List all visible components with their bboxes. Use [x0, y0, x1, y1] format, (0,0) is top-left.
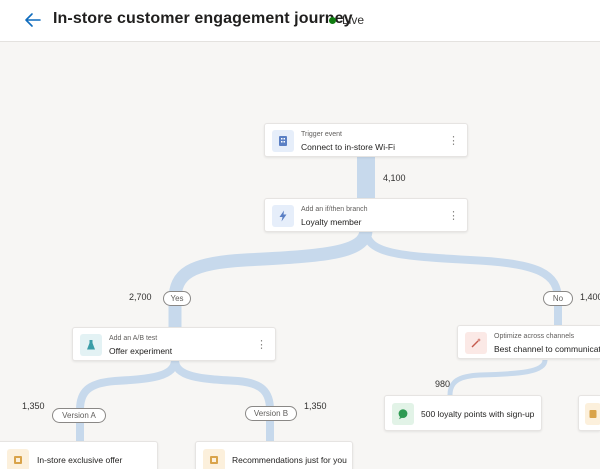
building-icon	[272, 130, 294, 152]
yes-branch-label[interactable]: Yes	[163, 291, 191, 306]
card-subtitle: Add an if/then branch	[301, 206, 368, 213]
loyalty-message-card[interactable]: 500 loyalty points with sign-up	[384, 395, 542, 431]
page-title: In-store customer engagement journey	[53, 10, 353, 27]
card-subtitle: Optimize across channels	[494, 333, 575, 340]
count-trigger-to-branch: 4,100	[383, 173, 406, 183]
count-version-a: 1,350	[22, 401, 45, 411]
flow-branch-to-no	[362, 229, 562, 326]
box-icon	[7, 449, 29, 469]
status-badge: Live	[342, 13, 365, 27]
exclusive-offer-card[interactable]: In-store exclusive offer	[0, 441, 158, 469]
card-title: Connect to in-store Wi-Fi	[301, 142, 395, 152]
trigger-event-card[interactable]: Trigger event Connect to in-store Wi-Fi …	[264, 123, 468, 157]
card-title: In-store exclusive offer	[37, 455, 123, 465]
app-header: In-store customer engagement journey Liv…	[0, 0, 600, 42]
count-loyalty-message: 980	[435, 379, 451, 389]
chat-icon	[392, 403, 414, 425]
wand-icon	[465, 332, 487, 354]
flow-abtest-to-version-b	[171, 359, 274, 442]
more-options-icon[interactable]: ⋮	[448, 136, 459, 147]
box-icon	[585, 403, 600, 425]
partial-offscreen-card[interactable]	[578, 395, 600, 431]
live-status-dot-icon	[329, 17, 336, 24]
card-title: Loyalty member	[301, 217, 362, 227]
card-title: Best channel to communicate	[494, 344, 600, 354]
lightning-icon	[272, 205, 294, 227]
box-icon	[203, 449, 225, 469]
flow-abtest-to-version-a	[76, 359, 179, 442]
count-no-branch: 1,400	[580, 292, 600, 302]
count-version-b: 1,350	[304, 401, 327, 411]
count-yes-branch: 2,700	[129, 292, 152, 302]
optimize-channels-card[interactable]: Optimize across channels Best channel to…	[457, 325, 600, 359]
card-subtitle: Trigger event	[301, 131, 342, 138]
more-options-icon[interactable]: ⋮	[256, 340, 267, 351]
if-then-branch-card[interactable]: Add an if/then branch Loyalty member ⋮	[264, 198, 468, 232]
card-title: Recommendations just for you	[232, 455, 347, 465]
more-options-icon[interactable]: ⋮	[448, 211, 459, 222]
card-subtitle: Add an A/B test	[109, 335, 158, 342]
version-b-label[interactable]: Version B	[245, 406, 297, 421]
card-title: 500 loyalty points with sign-up	[421, 409, 535, 419]
flask-icon	[80, 334, 102, 356]
ab-test-card[interactable]: Add an A/B test Offer experiment ⋮	[72, 327, 276, 361]
recommendations-card[interactable]: Recommendations just for you	[195, 441, 353, 469]
no-branch-label[interactable]: No	[543, 291, 573, 306]
flow-optimize-to-message	[447, 359, 548, 396]
journey-canvas[interactable]: Trigger event Connect to in-store Wi-Fi …	[0, 42, 600, 469]
version-a-label[interactable]: Version A	[52, 408, 106, 423]
card-title: Offer experiment	[109, 346, 173, 356]
flow-branch-to-yes	[168, 229, 373, 328]
back-arrow-icon[interactable]	[22, 9, 44, 31]
